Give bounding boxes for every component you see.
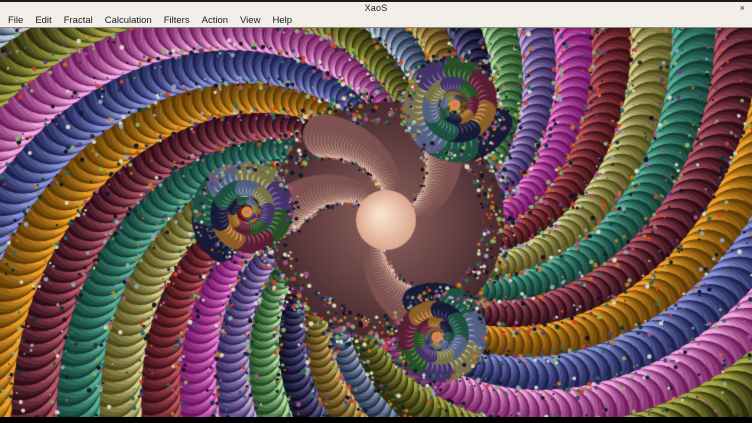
title-bar: XaoS × xyxy=(0,0,752,14)
menu-item-edit[interactable]: Edit xyxy=(35,14,51,27)
menu-item-filters[interactable]: Filters xyxy=(164,14,190,27)
close-icon[interactable]: × xyxy=(740,3,745,14)
bottom-black-bar xyxy=(0,417,752,423)
menu-item-view[interactable]: View xyxy=(240,14,260,27)
menu-item-calculation[interactable]: Calculation xyxy=(105,14,152,27)
menu-item-help[interactable]: Help xyxy=(272,14,292,27)
window-title: XaoS xyxy=(365,2,388,14)
menu-bar: File Edit Fractal Calculation Filters Ac… xyxy=(0,14,752,28)
menu-item-fractal[interactable]: Fractal xyxy=(64,14,93,27)
menu-item-action[interactable]: Action xyxy=(202,14,228,27)
xaos-window: XaoS × File Edit Fractal Calculation Fil… xyxy=(0,0,752,423)
fractal-viewport[interactable] xyxy=(0,28,752,417)
menu-item-file[interactable]: File xyxy=(8,14,23,27)
fractal-image[interactable] xyxy=(0,28,752,417)
